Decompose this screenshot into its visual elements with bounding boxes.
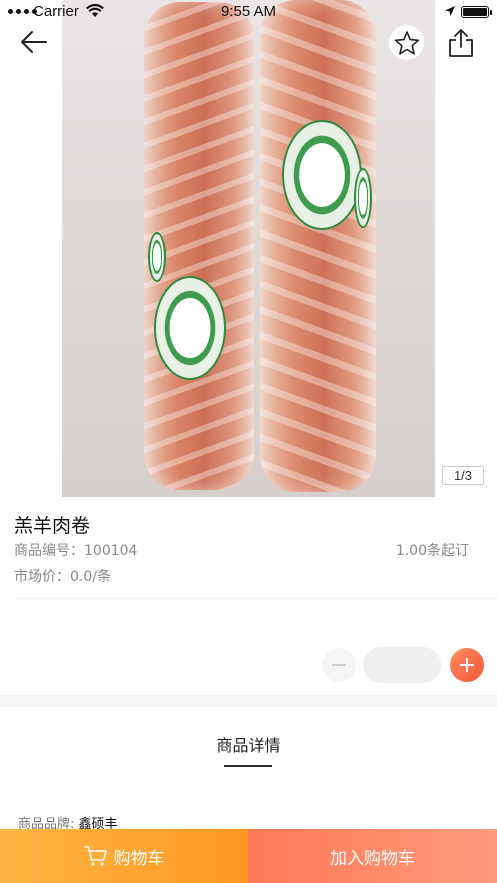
quantity-input[interactable] xyxy=(363,647,441,683)
product-image-gallery[interactable] xyxy=(0,0,497,497)
location-arrow-icon xyxy=(445,6,455,16)
product-name: 羔羊肉卷 xyxy=(14,515,91,537)
increase-quantity-button[interactable]: + xyxy=(450,648,484,682)
product-info-section: 羔羊肉卷 商品编号：100104 1.00条起订 市场价：0.0/条 − + xyxy=(0,497,497,695)
details-title-underline xyxy=(224,765,272,767)
divider xyxy=(14,598,497,599)
product-code-value: 100104 xyxy=(84,543,138,559)
section-separator xyxy=(0,695,497,707)
product-code-label: 商品编号： xyxy=(14,543,84,559)
market-price-row: 市场价：0.0/条 xyxy=(14,566,111,586)
meat-roll-right xyxy=(260,0,376,492)
shopping-cart-icon xyxy=(83,846,107,866)
image-page-indicator: 1/3 xyxy=(442,466,484,485)
arrow-left-icon[interactable] xyxy=(18,28,50,56)
details-title: 商品详情 xyxy=(216,736,281,755)
share-icon[interactable] xyxy=(446,27,476,59)
cart-button-label: 购物车 xyxy=(113,848,165,869)
battery-icon xyxy=(461,6,492,18)
market-price-value: 0.0/条 xyxy=(70,569,111,585)
decrease-quantity-button[interactable]: − xyxy=(322,648,356,682)
product-photo xyxy=(62,0,435,497)
package-label-sticker xyxy=(148,232,166,282)
minimum-order-quantity: 1.00条起订 xyxy=(395,543,469,559)
product-details-section: 商品详情 商品品牌: 鑫硕丰 xyxy=(0,707,497,832)
cart-button[interactable]: 购物车 xyxy=(0,829,248,883)
product-code-row: 商品编号：100104 xyxy=(14,540,137,560)
status-time: 9:55 AM xyxy=(220,3,277,20)
package-label-sticker xyxy=(282,120,362,230)
star-outline-icon xyxy=(394,30,419,55)
quantity-stepper: − + xyxy=(322,647,484,683)
package-label-sticker xyxy=(354,168,372,228)
favorite-button[interactable] xyxy=(389,25,424,60)
bottom-action-bar: 购物车 加入购物车 xyxy=(0,829,497,883)
status-bar: Carrier 9:55 AM xyxy=(0,0,497,24)
package-label-sticker xyxy=(154,276,226,380)
market-price-label: 市场价： xyxy=(14,569,70,585)
add-to-cart-button[interactable]: 加入购物车 xyxy=(248,829,497,883)
